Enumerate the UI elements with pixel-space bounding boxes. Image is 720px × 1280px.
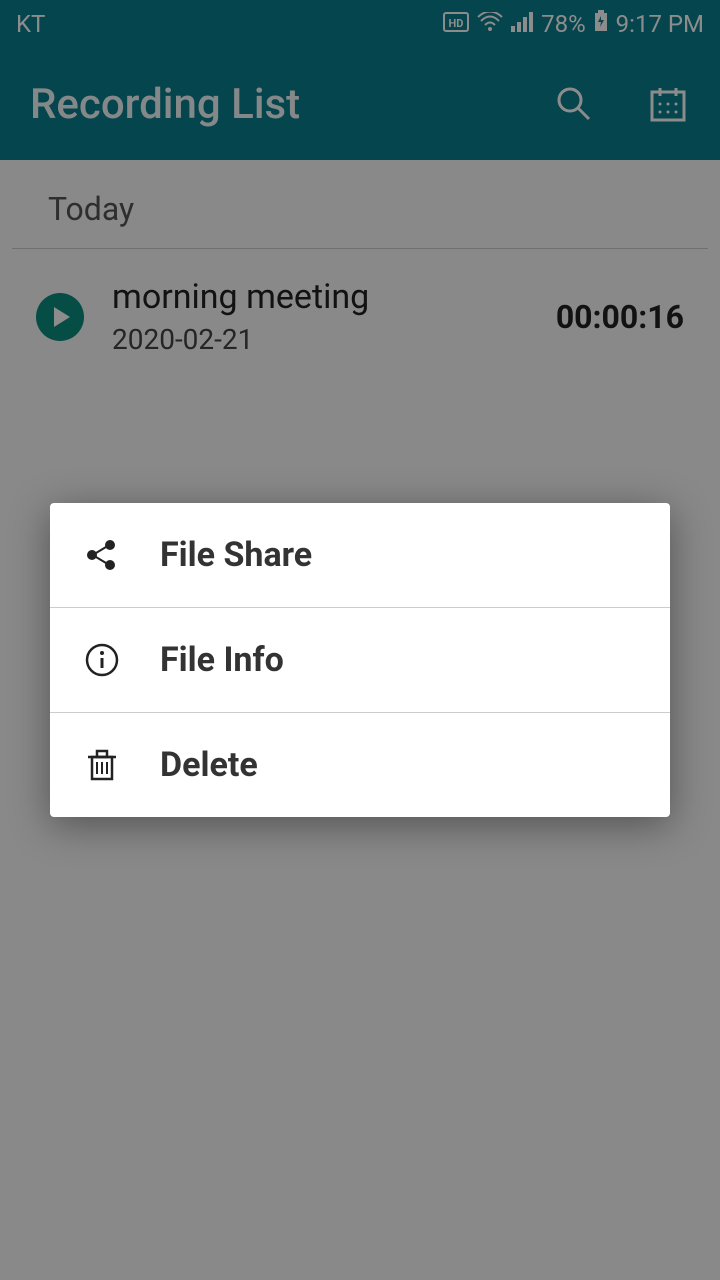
delete-item[interactable]: Delete bbox=[50, 713, 670, 817]
context-menu-dialog: File Share File Info Delete bbox=[50, 503, 670, 817]
modal-overlay[interactable]: File Share File Info Delete bbox=[0, 0, 720, 1280]
file-info-item[interactable]: File Info bbox=[50, 608, 670, 713]
share-label: File Share bbox=[160, 535, 312, 575]
share-icon bbox=[82, 535, 122, 575]
delete-label: Delete bbox=[160, 745, 258, 785]
info-label: File Info bbox=[160, 640, 284, 680]
info-icon bbox=[82, 640, 122, 680]
trash-icon bbox=[82, 745, 122, 785]
file-share-item[interactable]: File Share bbox=[50, 503, 670, 608]
